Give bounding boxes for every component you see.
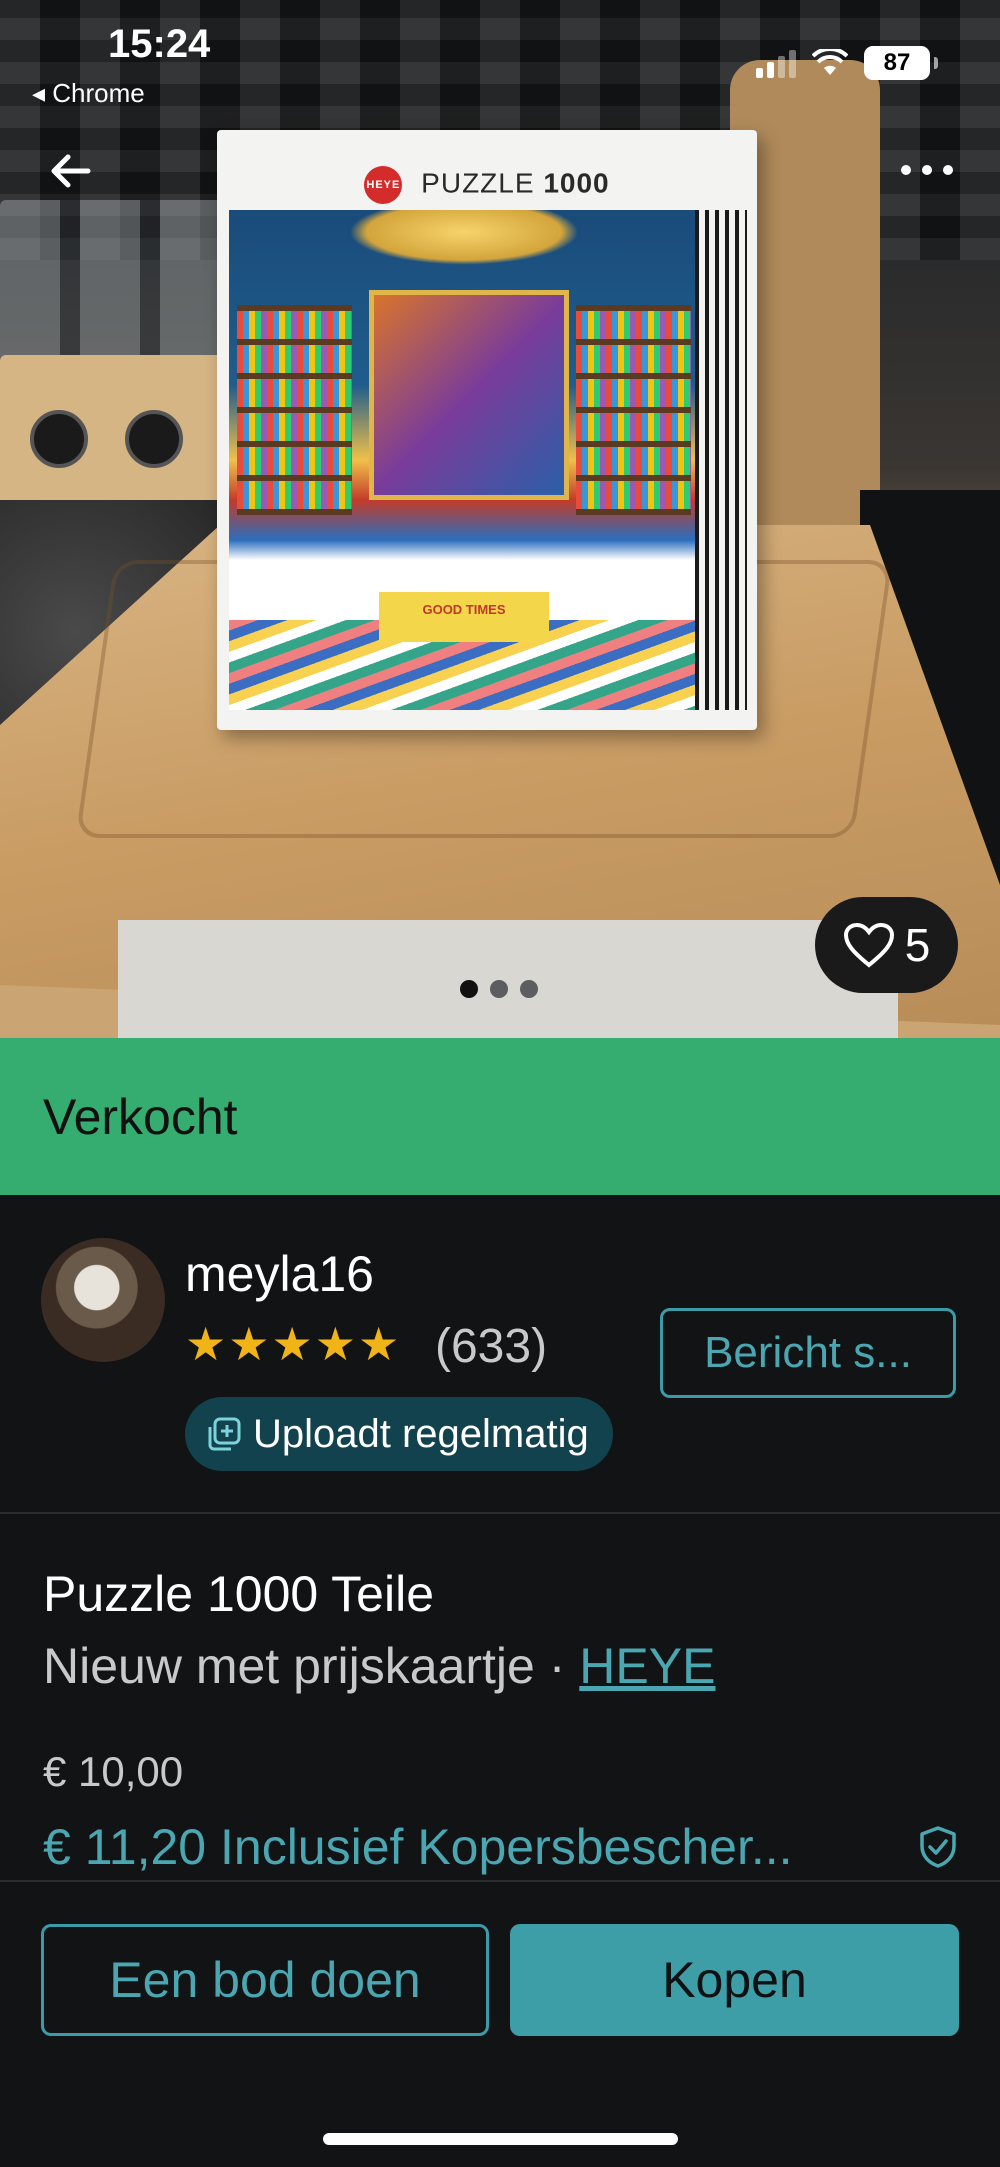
price-with-protection[interactable]: € 11,20 Inclusief Kopersbescher... — [43, 1818, 883, 1876]
item-price: € 10,00 — [43, 1748, 184, 1795]
meta-separator: · — [534, 1638, 580, 1694]
status-icons: 87 — [756, 46, 938, 80]
art-bookshelf-right — [576, 305, 691, 515]
box-count: 1000 — [543, 167, 610, 199]
home-indicator[interactable] — [323, 2133, 678, 2145]
rating-stars: ★★★★★ — [185, 1318, 402, 1370]
item-title: Puzzle 1000 Teile — [43, 1566, 435, 1622]
sold-label: Verkocht — [43, 1089, 238, 1145]
status-bar: 15:24 ◂ Chrome 87 — [0, 0, 1000, 110]
signal-icon — [756, 48, 796, 78]
heye-logo: HEYE — [364, 166, 403, 204]
message-button[interactable]: Bericht s... — [660, 1308, 956, 1398]
art-sign: GOOD TIMES — [379, 592, 549, 642]
box-stripes — [695, 210, 747, 710]
box-artwork: GOOD TIMES — [229, 210, 699, 710]
sold-banner: Verkocht — [0, 1038, 1000, 1195]
puzzle-box: HEYE PUZZLE 1000 GOOD TIMES — [217, 130, 757, 730]
heart-icon — [843, 922, 894, 968]
brand-link[interactable]: HEYE — [579, 1638, 715, 1694]
item-meta: Nieuw met prijskaartje · HEYE — [43, 1637, 715, 1695]
item-condition: Nieuw met prijskaartje — [43, 1638, 535, 1694]
product-photo[interactable]: HEYE PUZZLE 1000 GOOD TIMES — [0, 0, 1000, 1038]
favourite-count: 5 — [904, 919, 931, 971]
upload-icon — [208, 1417, 241, 1451]
clock: 15:24 — [108, 22, 211, 66]
carousel-dot[interactable] — [520, 980, 538, 998]
frequent-uploads-badge: Uploadt regelmatig — [185, 1397, 613, 1471]
avatar[interactable] — [41, 1238, 165, 1362]
back-to-app[interactable]: ◂ Chrome — [32, 78, 145, 109]
glass-holder — [0, 355, 245, 515]
art-bookshelf-left — [237, 305, 352, 515]
carousel-dot[interactable] — [490, 980, 508, 998]
review-count[interactable]: (633) — [435, 1319, 547, 1374]
battery-icon: 87 — [864, 46, 938, 80]
drawer — [118, 920, 898, 1038]
favourite-button[interactable]: 5 — [815, 897, 958, 993]
carousel-dot[interactable] — [460, 980, 478, 998]
box-brand-row: HEYE PUZZLE 1000 — [217, 166, 757, 204]
action-bar: Een bod doen Kopen — [0, 1880, 1000, 2167]
make-offer-button[interactable]: Een bod doen — [41, 1924, 489, 2036]
carousel-dots[interactable] — [460, 980, 538, 998]
wifi-icon — [812, 49, 848, 75]
art-chandelier — [349, 210, 579, 265]
buy-button[interactable]: Kopen — [510, 1924, 959, 2036]
badge-label: Uploadt regelmatig — [253, 1411, 589, 1456]
more-options-icon[interactable] — [892, 150, 962, 190]
shield-icon[interactable] — [918, 1825, 958, 1869]
art-center-painting — [369, 290, 569, 500]
back-arrow-icon[interactable] — [44, 145, 96, 197]
seller-username[interactable]: meyla16 — [185, 1245, 374, 1303]
glasses — [0, 200, 230, 370]
divider — [0, 1512, 1000, 1514]
box-label: PUZZLE — [421, 167, 535, 199]
seller-section: meyla16 ★★★★★ (633) Bericht s... Uploadt… — [0, 1195, 1000, 1513]
